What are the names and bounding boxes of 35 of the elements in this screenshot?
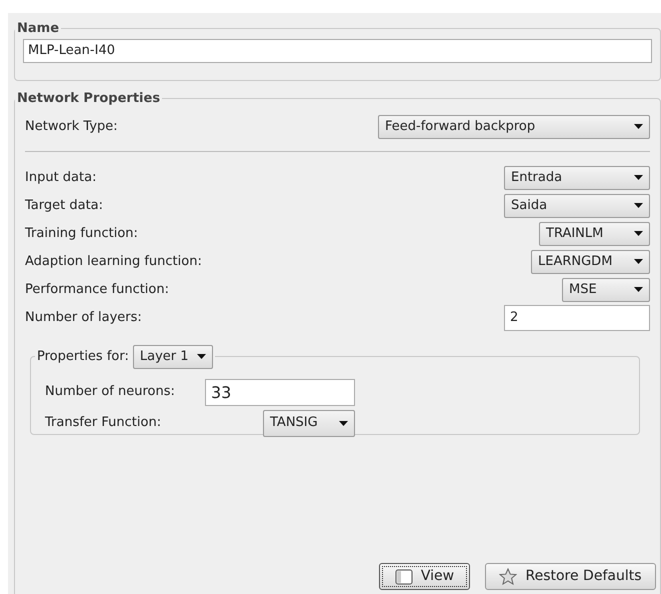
group-title: Name — [16, 20, 60, 38]
field-label: Target data: — [25, 196, 104, 215]
neurons-field[interactable]: 33 — [205, 378, 355, 406]
dropdown-arrow-icon — [634, 259, 643, 264]
field-label: Adaption learning function: — [25, 252, 202, 271]
dropdown[interactable]: TRAINLM — [539, 222, 650, 246]
field-label: Input data: — [25, 168, 96, 187]
restore-defaults-button[interactable]: Restore Defaults — [485, 563, 656, 590]
group-title: Network Properties — [16, 90, 162, 108]
name-field[interactable]: MLP-Lean-I40 — [23, 38, 652, 62]
layer-dropdown[interactable]: Layer 1 — [132, 344, 213, 368]
field-label: Properties for: — [37, 348, 129, 366]
dropdown[interactable]: MSE — [562, 278, 650, 302]
dropdown-arrow-icon — [339, 420, 348, 426]
field-label: Transfer Function: — [45, 414, 162, 432]
dropdown-arrow-icon — [196, 354, 206, 359]
field-label: Number of layers: — [25, 308, 142, 327]
network-type-dropdown[interactable]: Feed-forward backprop — [378, 114, 650, 138]
dropdown[interactable]: Saida — [504, 194, 650, 218]
dropdown-arrow-icon — [634, 175, 643, 180]
view-button[interactable]: View — [379, 563, 470, 590]
star-icon — [499, 568, 518, 585]
dropdown-arrow-icon — [634, 287, 643, 292]
dropdown[interactable]: Entrada — [504, 166, 650, 190]
dropdown-arrow-icon — [634, 124, 643, 129]
text-field[interactable]: 2 — [504, 304, 650, 330]
window-icon — [394, 568, 413, 584]
field-label: Network Type: — [25, 118, 118, 136]
dropdown-arrow-icon — [634, 231, 643, 236]
dropdown-arrow-icon — [634, 203, 643, 208]
transfer-function-dropdown[interactable]: TANSIG — [263, 410, 355, 436]
field-label: Number of neurons: — [45, 383, 176, 402]
field-label: Performance function: — [25, 280, 169, 299]
dropdown[interactable]: LEARNGDM — [531, 250, 650, 274]
field-label: Training function: — [25, 224, 138, 243]
